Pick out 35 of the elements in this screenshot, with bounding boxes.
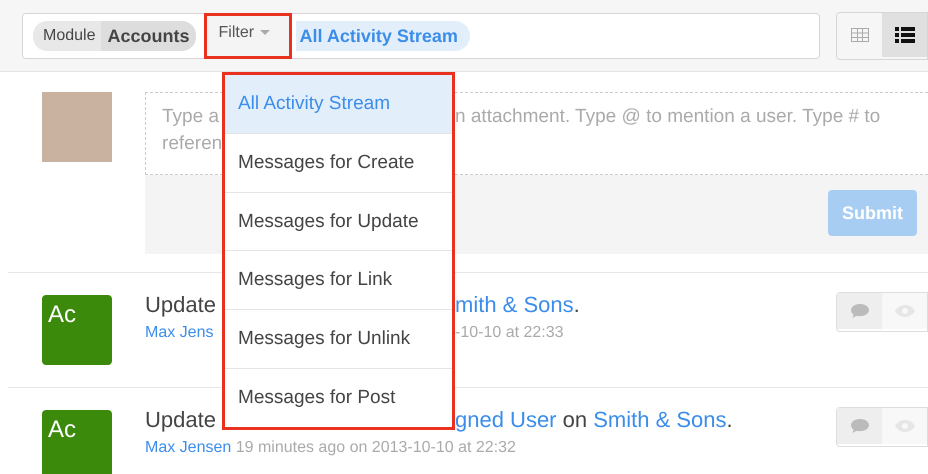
speech-bubble-icon: [850, 303, 870, 319]
link[interactable]: gned User: [455, 410, 557, 430]
activity-text: 19 minutes ago on 2013-10-10 at 22:32: [234, 438, 516, 458]
module-badge: Ac: [42, 410, 112, 474]
preview-button[interactable]: [882, 293, 927, 329]
active-filter-pill: All Activity Stream: [296, 20, 470, 50]
caret-icon: [260, 30, 270, 35]
link[interactable]: Max Jensen: [145, 438, 232, 458]
view-toggle-button[interactable]: [882, 12, 927, 56]
menu-item[interactable]: Messages for Update: [225, 192, 452, 252]
photo-placeholder: [42, 92, 112, 162]
module-badge: Ac: [42, 295, 112, 365]
placeholder-text: Type a: [162, 107, 220, 127]
link[interactable]: mith & Sons: [455, 295, 574, 315]
activity-text: -10-10 at 22:33: [455, 323, 564, 343]
comment-button[interactable]: [837, 293, 882, 329]
filter-button[interactable]: Filter: [204, 12, 292, 58]
module-label: Module: [43, 26, 96, 44]
link[interactable]: Smith & Sons: [593, 410, 726, 430]
preview-button[interactable]: [882, 408, 927, 444]
activity-text: .: [726, 410, 733, 430]
link[interactable]: Max Jens: [145, 323, 214, 343]
grid-icon: [850, 28, 869, 42]
placeholder-text: n attachment. Type @ to mention a user. Type # to: [455, 107, 880, 127]
placeholder-text: referen: [162, 134, 222, 154]
activity-text: on: [562, 410, 588, 430]
speech-bubble-icon: [850, 418, 870, 434]
module-value: Accounts: [101, 20, 196, 50]
list-icon: [894, 26, 915, 42]
activity-text: .: [574, 295, 580, 315]
menu-item[interactable]: All Activity Stream: [225, 75, 452, 134]
search-field[interactable]: Module Accounts Filter All Activity Stream: [22, 12, 820, 58]
activity-text: Update: [145, 410, 216, 430]
activity-text: Update: [145, 295, 216, 315]
comment-button[interactable]: [837, 408, 882, 444]
